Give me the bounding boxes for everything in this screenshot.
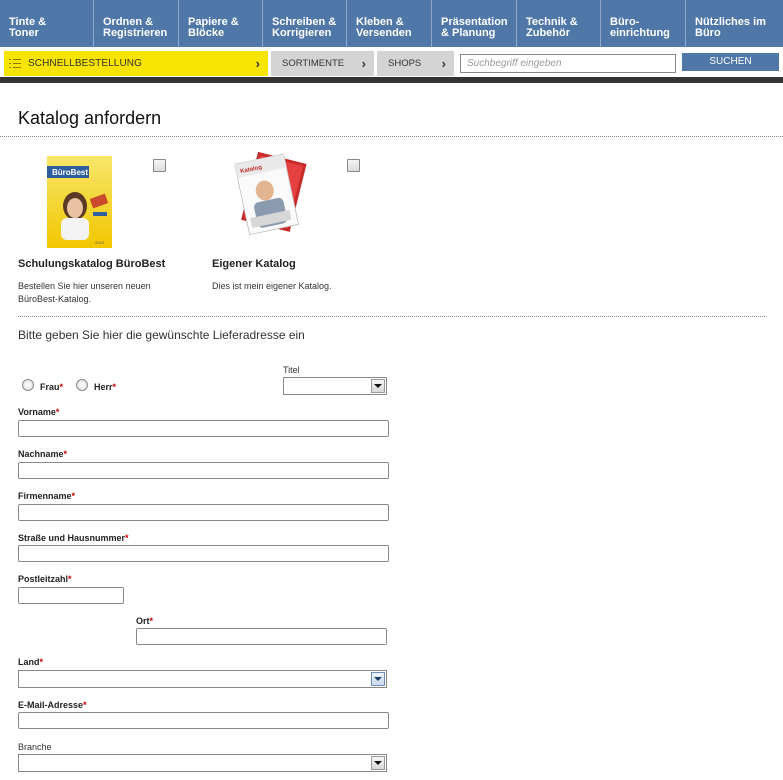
chevron-right-icon: › xyxy=(361,56,366,71)
page-title: Katalog anfordern xyxy=(18,108,162,128)
catalog-title: Schulungskatalog BüroBest xyxy=(18,258,166,270)
label-text: Nachname xyxy=(18,449,64,459)
catalog-description: Dies ist mein eigener Katalog. xyxy=(212,280,332,293)
firmenname-label: Firmenname* xyxy=(18,491,75,501)
nav-tinte-toner[interactable]: Tinte & Toner xyxy=(0,0,94,47)
list-icon xyxy=(9,58,23,70)
shops-label: SHOPS xyxy=(388,58,422,69)
category-nav: Tinte & Toner Ordnen & Registrieren Papier… xyxy=(0,0,783,47)
nav-label: Registrieren xyxy=(103,27,168,39)
required-mark: * xyxy=(83,700,87,710)
chevron-down-icon xyxy=(371,756,385,770)
vorname-label: Vorname* xyxy=(18,407,59,417)
shops-button[interactable]: SHOPS › xyxy=(377,51,454,76)
catalog-description-line: Bestellen Sie hier unseren neuen xyxy=(18,281,151,291)
land-label: Land* xyxy=(18,657,43,667)
nav-bueroeinrichtung[interactable]: Büro-einrichtung xyxy=(601,0,686,47)
nav-schreiben-korrigieren[interactable]: Schreiben & Korrigieren xyxy=(263,0,347,47)
chevron-down-icon xyxy=(371,379,385,393)
strasse-label: Straße und Hausnummer* xyxy=(18,533,129,543)
nav-papiere-bloecke[interactable]: Papiere & Blöcke xyxy=(179,0,263,47)
catalog-description-line: Dies ist mein eigener Katalog. xyxy=(212,281,332,291)
required-mark: * xyxy=(63,449,68,459)
nav-label: Büro xyxy=(695,27,721,39)
salutation-herr-label: Herr* xyxy=(94,382,116,392)
label-text: Frau xyxy=(40,382,60,392)
nachname-label: Nachname* xyxy=(18,449,67,459)
ort-field[interactable] xyxy=(136,628,387,645)
label-text: Herr xyxy=(94,382,113,392)
nav-label: Zubehör xyxy=(526,27,570,39)
catalog-divider xyxy=(18,316,765,317)
nav-label: & Planung xyxy=(441,27,496,39)
ort-label: Ort* xyxy=(136,616,153,626)
email-field[interactable] xyxy=(18,712,389,729)
catalog-description: Bestellen Sie hier unseren neuen BüroBes… xyxy=(18,280,151,306)
catalog-cover-eigener: Katalog xyxy=(234,152,307,236)
required-mark: * xyxy=(59,382,64,392)
search-button[interactable]: SUCHEN xyxy=(682,53,779,71)
label-text: Firmenname xyxy=(18,491,72,501)
cover-year-text: 2013 xyxy=(95,240,105,245)
catalog-description-line: BüroBest-Katalog. xyxy=(18,294,92,304)
label-text: Straße und Hausnummer xyxy=(18,533,126,543)
nav-label: einrichtung xyxy=(610,27,670,39)
titel-label: Titel xyxy=(283,365,300,375)
nav-label: Toner xyxy=(9,27,39,39)
action-bar: SCHNELLBESTELLUNG › SORTIMENTE › SHOPS ›… xyxy=(0,49,783,77)
plz-label: Postleitzahl* xyxy=(18,574,72,584)
salutation-frau-radio[interactable] xyxy=(22,379,34,391)
vorname-field[interactable] xyxy=(18,420,389,437)
chevron-right-icon: › xyxy=(441,56,446,71)
cover-brand-text: BüroBest xyxy=(52,168,88,177)
catalog-checkbox-buerobest[interactable] xyxy=(153,159,166,172)
address-heading: Bitte geben Sie hier die gewünschte Lief… xyxy=(18,328,305,342)
nav-praesentation-planung[interactable]: Präsentation & Planung xyxy=(432,0,517,47)
required-mark: * xyxy=(71,491,76,501)
quick-order-button[interactable]: SCHNELLBESTELLUNG › xyxy=(4,51,268,76)
required-mark: * xyxy=(149,616,154,626)
nav-label: Korrigieren xyxy=(272,27,332,39)
required-mark: * xyxy=(112,382,117,392)
nav-nuetzliches-buero[interactable]: Nützliches im Büro xyxy=(686,0,783,47)
plz-field[interactable] xyxy=(18,587,124,604)
chevron-right-icon: › xyxy=(255,56,260,71)
email-label: E-Mail-Adresse* xyxy=(18,700,87,710)
nav-ordnen-registrieren[interactable]: Ordnen & Registrieren xyxy=(94,0,179,47)
search-input[interactable] xyxy=(460,54,676,73)
chevron-down-icon xyxy=(371,672,385,686)
salutation-frau-label: Frau* xyxy=(40,382,63,392)
required-mark: * xyxy=(39,657,44,667)
label-text: Vorname xyxy=(18,407,56,417)
catalog-cover-buerobest: BüroBest 2013 xyxy=(47,156,112,248)
label-text: Postleitzahl xyxy=(18,574,69,584)
nav-kleben-versenden[interactable]: Kleben & Versenden xyxy=(347,0,432,47)
required-mark: * xyxy=(125,533,129,543)
label-text: Ort xyxy=(136,616,150,626)
label-text: Land xyxy=(18,657,40,667)
branche-label: Branche xyxy=(18,742,52,752)
nav-label: Blöcke xyxy=(188,27,225,39)
branche-select[interactable] xyxy=(18,754,387,772)
strasse-field[interactable] xyxy=(18,545,389,562)
title-divider xyxy=(0,136,783,137)
land-select[interactable] xyxy=(18,670,387,688)
titel-select[interactable] xyxy=(283,377,387,395)
label-text: E-Mail-Adresse xyxy=(18,700,84,710)
catalog-checkbox-eigener[interactable] xyxy=(347,159,360,172)
sortimente-button[interactable]: SORTIMENTE › xyxy=(271,51,374,76)
firmenname-field[interactable] xyxy=(18,504,389,521)
nachname-field[interactable] xyxy=(18,462,389,479)
salutation-herr-radio[interactable] xyxy=(76,379,88,391)
quick-order-label: SCHNELLBESTELLUNG xyxy=(28,58,142,69)
nav-technik-zubehoer[interactable]: Technik & Zubehör xyxy=(517,0,601,47)
sortimente-label: SORTIMENTE xyxy=(282,58,345,69)
catalog-title: Eigener Katalog xyxy=(212,258,296,270)
required-mark: * xyxy=(55,407,60,417)
header-divider xyxy=(0,77,783,83)
required-mark: * xyxy=(68,574,72,584)
nav-label: Versenden xyxy=(356,27,412,39)
